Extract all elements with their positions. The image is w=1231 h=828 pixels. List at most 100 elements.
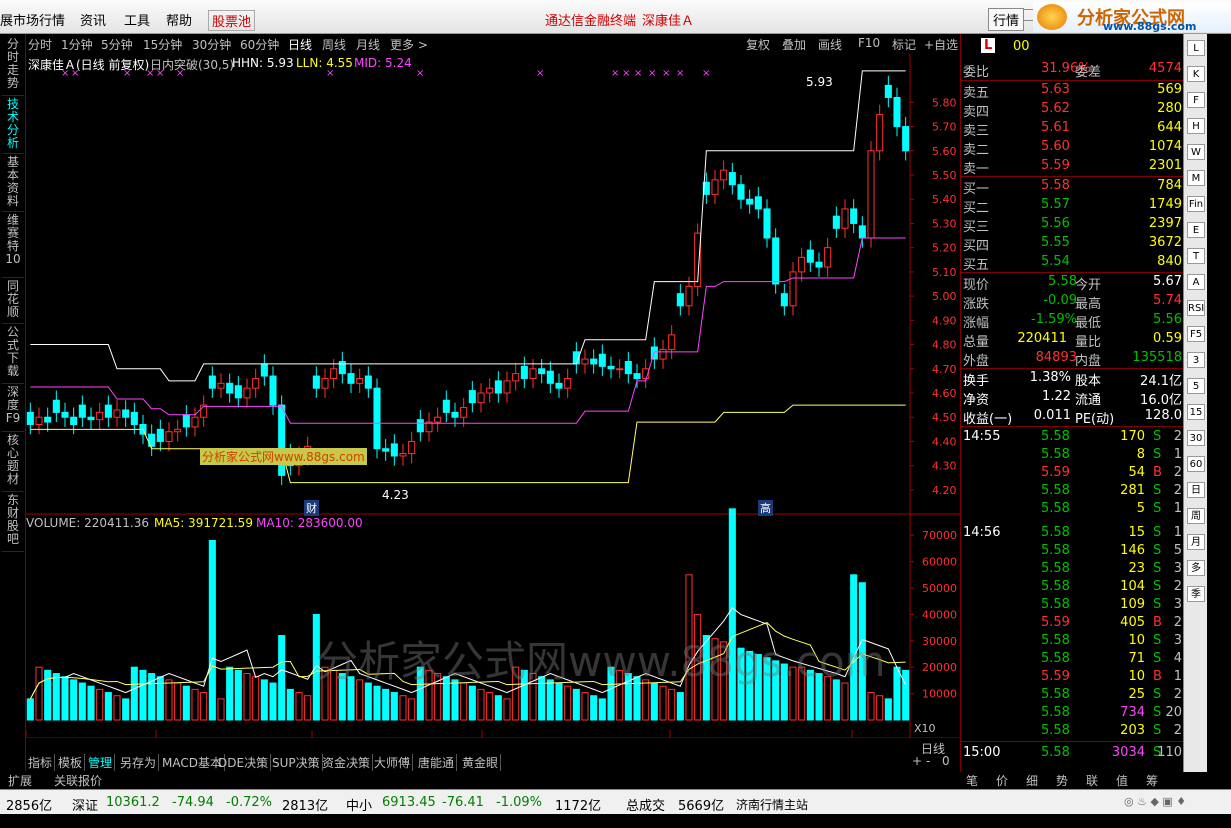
tab-fund[interactable]: 资金决策	[320, 754, 374, 771]
side-tab-guba[interactable]: 东财股吧	[2, 494, 24, 552]
tab-template[interactable]: 模板	[56, 754, 86, 771]
tool-icon-2[interactable]: F	[1187, 92, 1205, 108]
tab-dde[interactable]: DDE决策	[216, 754, 272, 771]
price-tick-label: 4.60	[932, 387, 957, 400]
tool-icon-9[interactable]: A	[1187, 274, 1205, 290]
tool-icon-11[interactable]: F5	[1187, 326, 1205, 342]
tool-icon-20[interactable]: 多	[1187, 560, 1205, 576]
zoom-in-button[interactable]: +	[910, 754, 924, 768]
panel-tab-detail[interactable]: 细	[1026, 772, 1038, 789]
period-tick[interactable]: 分时	[28, 36, 52, 53]
menu-news[interactable]: 资讯	[80, 10, 106, 29]
period-day[interactable]: 日线	[288, 36, 312, 53]
side-tab-technical[interactable]: 技术分析	[2, 98, 24, 154]
tool-icon-5[interactable]: M	[1187, 170, 1205, 186]
tab-master[interactable]: 大师傅	[372, 754, 414, 771]
tool-icon-10[interactable]: RSI	[1187, 300, 1205, 316]
tool-icon-15[interactable]: 30	[1187, 430, 1205, 446]
panel-tab-price[interactable]: 价	[996, 772, 1008, 789]
tick-count: 2	[1173, 465, 1182, 480]
volume-bar	[902, 669, 910, 721]
side-tab-f9[interactable]: 深度F9	[2, 386, 24, 432]
tool-icon-3[interactable]: H	[1187, 118, 1205, 134]
tool-icon-21[interactable]: 季	[1187, 586, 1205, 602]
reset-button[interactable]: 0	[940, 754, 952, 768]
vol-tick-label: 50000	[922, 582, 957, 595]
candle	[520, 365, 528, 379]
panel-tab-chip[interactable]: 筹	[1146, 772, 1158, 789]
menu-help[interactable]: 帮助	[166, 10, 192, 29]
period-more[interactable]: 更多 >	[390, 36, 428, 53]
stat2-row: 换手 1.38% 股本 24.1亿	[961, 369, 1184, 389]
tool-icon-7[interactable]: E	[1187, 222, 1205, 238]
tool-icon-14[interactable]: 15	[1187, 404, 1205, 420]
side-tab-weisaite[interactable]: 维赛特10	[2, 214, 24, 278]
volume-bar	[208, 539, 216, 721]
period-week[interactable]: 周线	[322, 36, 346, 53]
tab-sup[interactable]: SUP决策	[270, 754, 323, 771]
period-15m[interactable]: 15分钟	[143, 36, 182, 53]
kline-chart[interactable]: 5.80 5.70 5.60 5.50 5.40 5.30 5.20 5.10 5.00 4.90…	[26, 54, 960, 756]
side-tab-ths[interactable]: 同花顺	[2, 280, 24, 324]
period-month[interactable]: 月线	[356, 36, 380, 53]
tick-side: B	[1153, 615, 1162, 630]
candle	[884, 84, 892, 98]
panel-tab-value[interactable]: 值	[1116, 772, 1128, 789]
tab-indicator[interactable]: 指标	[26, 754, 56, 771]
expand-button[interactable]: 扩展	[8, 772, 32, 789]
period-1m[interactable]: 1分钟	[61, 36, 93, 53]
side-tab-formula[interactable]: 公式下载	[2, 326, 24, 384]
sell-volume: 569	[1157, 82, 1182, 97]
volume-bar	[87, 685, 95, 721]
side-tab-theme[interactable]: 核心题材	[2, 434, 24, 492]
menu-stockpool[interactable]: 股票池	[208, 10, 256, 31]
tab-saveas[interactable]: 另存为	[118, 754, 160, 771]
zoom-out-button[interactable]: -	[924, 754, 932, 768]
panel-tab-trend[interactable]: 势	[1056, 772, 1068, 789]
sz-amount: 2813亿	[282, 799, 329, 814]
period-30m[interactable]: 30分钟	[192, 36, 231, 53]
finance-marker[interactable]: 财	[304, 500, 319, 516]
menu-market[interactable]: 展市场行情	[0, 10, 65, 29]
volume-title: VOLUME: 220411.36	[26, 516, 149, 530]
tool-icon-0[interactable]: L	[1187, 40, 1205, 56]
overlay-button[interactable]: 叠加	[782, 36, 806, 53]
tool-icon-18[interactable]: 周	[1187, 508, 1205, 524]
tool-icon-19[interactable]: 月	[1187, 534, 1205, 550]
tool-icon-16[interactable]: 60	[1187, 456, 1205, 472]
tool-icon-8[interactable]: T	[1187, 248, 1205, 264]
add-watchlist-button[interactable]: +自选	[924, 36, 958, 53]
f10-button[interactable]: F10	[858, 36, 880, 50]
panel-tab-trades[interactable]: 笔	[966, 772, 978, 789]
tab-manage[interactable]: 管理	[86, 754, 116, 771]
tool-icon-12[interactable]: 3	[1187, 352, 1205, 368]
server-name[interactable]: 济南行情主站	[736, 796, 808, 813]
tick-count: 3	[1173, 633, 1182, 648]
side-tab-timeshare[interactable]: 分时走势	[2, 38, 24, 96]
quote-button[interactable]: 行情	[988, 8, 1025, 31]
tool-icon-17[interactable]: 日	[1187, 482, 1205, 498]
tab-tang[interactable]: 唐能通	[416, 754, 458, 771]
l-icon[interactable]: L	[981, 38, 996, 53]
menu-tools[interactable]: 工具	[124, 10, 150, 29]
side-tab-basic[interactable]: 基本资料	[2, 156, 24, 212]
tool-icon-13[interactable]: 5	[1187, 378, 1205, 394]
tool-icon-1[interactable]: K	[1187, 66, 1205, 82]
stat-label: 涨幅	[963, 316, 990, 331]
period-5m[interactable]: 5分钟	[101, 36, 133, 53]
vol-tick-label: 10000	[922, 688, 957, 701]
fuquan-button[interactable]: 复权	[746, 36, 770, 53]
status-icons[interactable]: ◎ ♨ ◆ ▣ ♦	[1124, 795, 1186, 808]
candle	[434, 416, 442, 423]
tool-icon-4[interactable]: W	[1187, 144, 1205, 160]
tick-row: 15:00 5.58 3034 S 110	[961, 744, 1184, 763]
draw-button[interactable]: 画线	[818, 36, 842, 53]
mark-button[interactable]: 标记	[892, 36, 916, 53]
tool-icon-6[interactable]: Fin	[1187, 196, 1205, 212]
panel-tab-link[interactable]: 联	[1086, 772, 1098, 789]
period-60m[interactable]: 60分钟	[240, 36, 279, 53]
buy-level: 买五 5.54 840	[961, 253, 1184, 273]
high-marker[interactable]: 高	[758, 500, 773, 516]
related-quote-button[interactable]: 关联报价	[54, 772, 102, 789]
tab-gold[interactable]: 黄金眼	[460, 754, 502, 771]
